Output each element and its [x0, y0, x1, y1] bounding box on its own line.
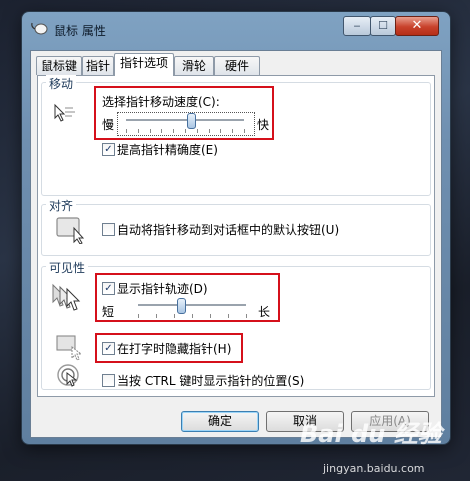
minimize-button[interactable]: ‒: [343, 16, 371, 36]
tab-pointer-options[interactable]: 指针选项: [114, 53, 174, 76]
tab-hardware[interactable]: 硬件: [214, 56, 260, 75]
ok-button[interactable]: 确定: [181, 411, 259, 432]
pointer-speed-icon: [54, 103, 75, 122]
show-location-label[interactable]: 当按 CTRL 键时显示指针的位置(S): [117, 372, 304, 389]
highlight-box-speed: [94, 86, 274, 140]
watermark-url: jingyan.baidu.com: [323, 462, 425, 475]
title-bar[interactable]: 鼠标 属性 ‒ ☐ ✕: [22, 12, 450, 46]
snap-label[interactable]: 自动将指针移动到对话框中的默认按钮(U): [117, 221, 339, 238]
snap-group-title: 对齐: [46, 197, 77, 214]
hide-pointer-icon: [56, 335, 83, 361]
highlight-box-hide: [95, 333, 243, 363]
window-title: 鼠标 属性: [54, 24, 106, 38]
pointer-options-panel: 移动 选择指针移动速度(C): 慢 快 ✓ 提高指针精确度(E) 对齐 自动将指…: [37, 75, 435, 397]
tab-buttons[interactable]: 鼠标键: [36, 56, 82, 75]
motion-group-title: 移动: [46, 75, 77, 92]
highlight-box-trails: [95, 273, 280, 322]
show-location-checkbox[interactable]: [102, 374, 115, 387]
baidu-watermark: Bai du 经验: [300, 420, 442, 448]
precision-label[interactable]: 提高指针精确度(E): [117, 141, 218, 158]
snap-checkbox[interactable]: [102, 223, 115, 236]
precision-checkbox[interactable]: ✓: [102, 143, 115, 156]
snap-to-icon: [56, 217, 85, 244]
tab-pointers[interactable]: 指针: [82, 56, 114, 75]
visibility-group-title: 可见性: [46, 259, 89, 276]
mouse-icon: [31, 22, 48, 35]
mouse-properties-window: 鼠标 属性 ‒ ☐ ✕ 鼠标键 指针 指针选项 滑轮 硬件 移动 选择指针移动速…: [22, 12, 450, 444]
close-button[interactable]: ✕: [395, 16, 439, 36]
maximize-button[interactable]: ☐: [370, 16, 396, 36]
show-location-icon: [57, 364, 79, 387]
tab-wheel[interactable]: 滑轮: [174, 56, 214, 75]
dialog-client-area: 鼠标键 指针 指针选项 滑轮 硬件 移动 选择指针移动速度(C): 慢 快 ✓ …: [30, 50, 442, 438]
pointer-trails-icon: [52, 283, 81, 311]
